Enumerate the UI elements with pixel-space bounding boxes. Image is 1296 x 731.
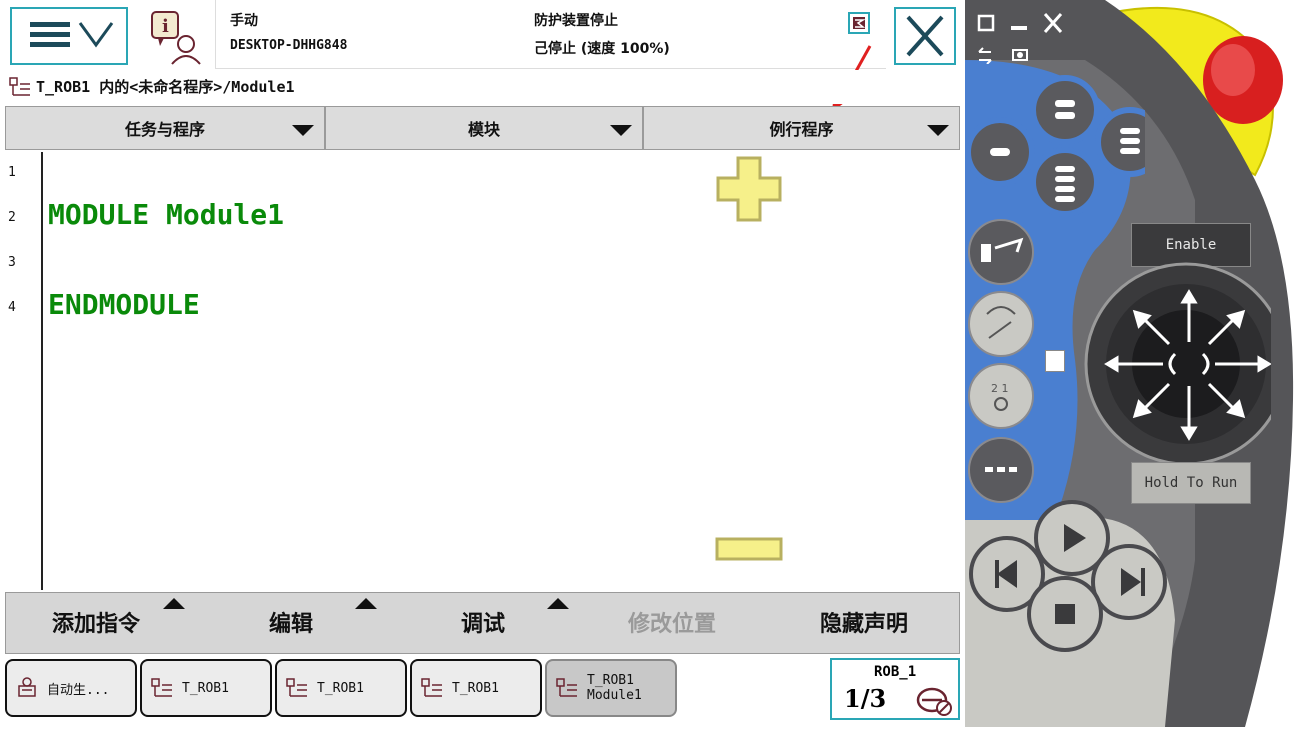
flexpendant-panel: 2 1 Enable Hold To Run: [965, 0, 1296, 727]
restore-icon: [977, 14, 995, 32]
taskbar-item-trob1[interactable]: T_ROB1: [275, 659, 407, 717]
enable-button[interactable]: Enable: [1131, 223, 1251, 267]
zoom-in-button[interactable]: [714, 154, 786, 226]
dropdown-arrow-icon: [927, 125, 949, 136]
edit-button[interactable]: 编辑: [269, 606, 313, 638]
program-icon: [556, 678, 577, 697]
motion-mode-key: [968, 291, 1034, 357]
menu-up-arrow-icon: [355, 598, 377, 609]
quickset-icon[interactable]: [848, 12, 870, 34]
taskbar-item-autogen[interactable]: 自动生...: [5, 659, 137, 717]
autogen-icon: [18, 677, 36, 697]
status-area: 手动 DESKTOP-DHHG848 防护装置停止 己停止 (速度 100%): [215, 0, 886, 69]
code-line[interactable]: MODULE Module1: [48, 198, 284, 231]
add-instruction-button[interactable]: 添加指令: [52, 606, 140, 638]
tab-label: 模块: [467, 120, 500, 139]
axis-toggle-key: [968, 363, 1034, 429]
taskbar-label: 自动生...: [47, 682, 110, 698]
line-number: 1: [8, 165, 16, 180]
operating-mode: 手动: [230, 13, 258, 29]
program-icon: [421, 678, 442, 697]
program-icon: [9, 77, 30, 96]
mechanical-unit-key: [968, 219, 1034, 285]
robot-unit-label: ROB_1: [874, 664, 917, 680]
mode-keys[interactable]: 2 1: [965, 218, 1045, 518]
run-keys[interactable]: [965, 496, 1185, 666]
programmable-keys[interactable]: [965, 70, 1145, 230]
svg-text:2 1: 2 1: [991, 382, 1009, 395]
svg-text:i: i: [162, 16, 169, 37]
line-number: 2: [8, 210, 16, 225]
taskbar-item-trob1-module1[interactable]: T_ROB1 Module1: [545, 659, 677, 717]
dropdown-arrow-icon: [610, 125, 632, 136]
safety-status: 防护装置停止: [534, 13, 618, 29]
menu-up-arrow-icon: [547, 598, 569, 609]
task-fraction: 1/3: [844, 684, 887, 713]
menu-icon: [30, 22, 114, 48]
robot-unit-selector[interactable]: ROB_1 1/3: [830, 658, 960, 720]
tab-modules[interactable]: 模块: [325, 106, 643, 150]
code-line[interactable]: ENDMODULE: [48, 288, 200, 321]
system-name: DESKTOP-DHHG848: [230, 38, 348, 53]
line-number: 4: [8, 300, 16, 315]
close-icon: [906, 15, 944, 57]
window-controls: [977, 13, 1063, 64]
taskbar-label: T_ROB1: [317, 680, 364, 696]
main-menu-button[interactable]: [10, 7, 128, 65]
zoom-out-button[interactable]: [714, 536, 786, 564]
close-button[interactable]: [894, 7, 956, 65]
tab-routines[interactable]: 例行程序: [643, 106, 960, 150]
robot-status-icon: [916, 687, 952, 716]
dropdown-arrow-icon: [292, 125, 314, 136]
tab-label: 任务与程序: [124, 120, 205, 139]
menu-up-arrow-icon: [163, 598, 185, 609]
taskbar-item-trob1[interactable]: T_ROB1: [410, 659, 542, 717]
tab-label: 例行程序: [769, 120, 834, 139]
minimize-icon: [1011, 26, 1027, 30]
taskbar-label: T_ROB1: [452, 680, 499, 696]
tab-tasks-programs[interactable]: 任务与程序: [5, 106, 325, 150]
info-user-icon: i: [151, 11, 201, 65]
hide-declarations-button[interactable]: 隐藏声明: [820, 606, 908, 638]
line-number: 3: [8, 255, 16, 270]
program-icon: [286, 678, 307, 697]
taskbar-item-trob1[interactable]: T_ROB1: [140, 659, 272, 717]
taskbar-label: T_ROB1 Module1: [587, 673, 642, 703]
joystick[interactable]: [1051, 262, 1271, 472]
breadcrumb-path: T_ROB1 内的<未命名程序>/Module1: [36, 78, 295, 96]
run-status: 己停止 (速度 100%): [534, 41, 670, 57]
taskbar-label: T_ROB1: [182, 680, 229, 696]
modify-position-button[interactable]: 修改位置: [628, 606, 716, 638]
event-log-button[interactable]: i: [148, 8, 208, 66]
debug-button[interactable]: 调试: [461, 606, 505, 638]
usb-port-icon: [1045, 350, 1065, 372]
swap-icon: [978, 47, 992, 64]
program-icon: [151, 678, 172, 697]
